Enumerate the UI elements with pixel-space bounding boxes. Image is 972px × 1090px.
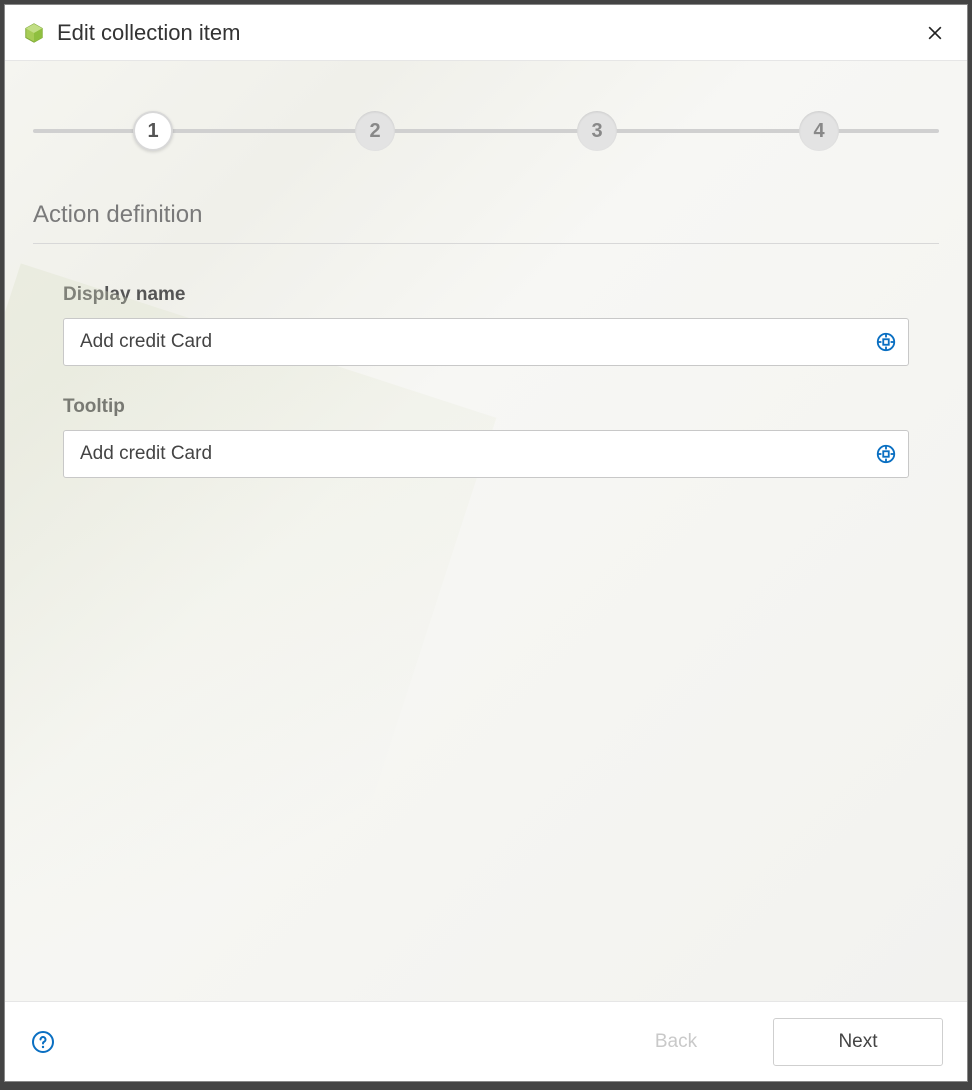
tooltip-label: Tooltip xyxy=(63,396,909,418)
app-logo-icon xyxy=(23,22,45,44)
step-3[interactable]: 3 xyxy=(577,111,617,151)
dialog-body: 1 2 3 4 Action definition Display name xyxy=(5,61,967,1001)
edit-collection-item-dialog: Edit collection item 1 2 3 4 Action defi… xyxy=(4,4,968,1082)
help-icon[interactable] xyxy=(29,1028,57,1056)
tooltip-input-wrap xyxy=(63,430,909,478)
localize-icon[interactable] xyxy=(864,443,908,465)
display-name-input-wrap xyxy=(63,318,909,366)
step-4[interactable]: 4 xyxy=(799,111,839,151)
wizard-stepper: 1 2 3 4 xyxy=(33,101,939,161)
step-2[interactable]: 2 xyxy=(355,111,395,151)
section-title: Action definition xyxy=(33,201,939,244)
titlebar: Edit collection item xyxy=(5,5,967,61)
next-button[interactable]: Next xyxy=(773,1018,943,1066)
field-tooltip: Tooltip xyxy=(63,396,909,478)
localize-icon[interactable] xyxy=(864,331,908,353)
back-button: Back xyxy=(591,1018,761,1066)
dialog-footer: Back Next xyxy=(5,1001,967,1081)
display-name-label: Display name xyxy=(63,284,909,306)
close-button[interactable] xyxy=(921,19,949,47)
step-1[interactable]: 1 xyxy=(133,111,173,151)
dialog-title: Edit collection item xyxy=(57,20,921,46)
tooltip-input[interactable] xyxy=(64,431,864,477)
field-display-name: Display name xyxy=(63,284,909,366)
display-name-input[interactable] xyxy=(64,319,864,365)
form: Display name xyxy=(33,284,939,478)
